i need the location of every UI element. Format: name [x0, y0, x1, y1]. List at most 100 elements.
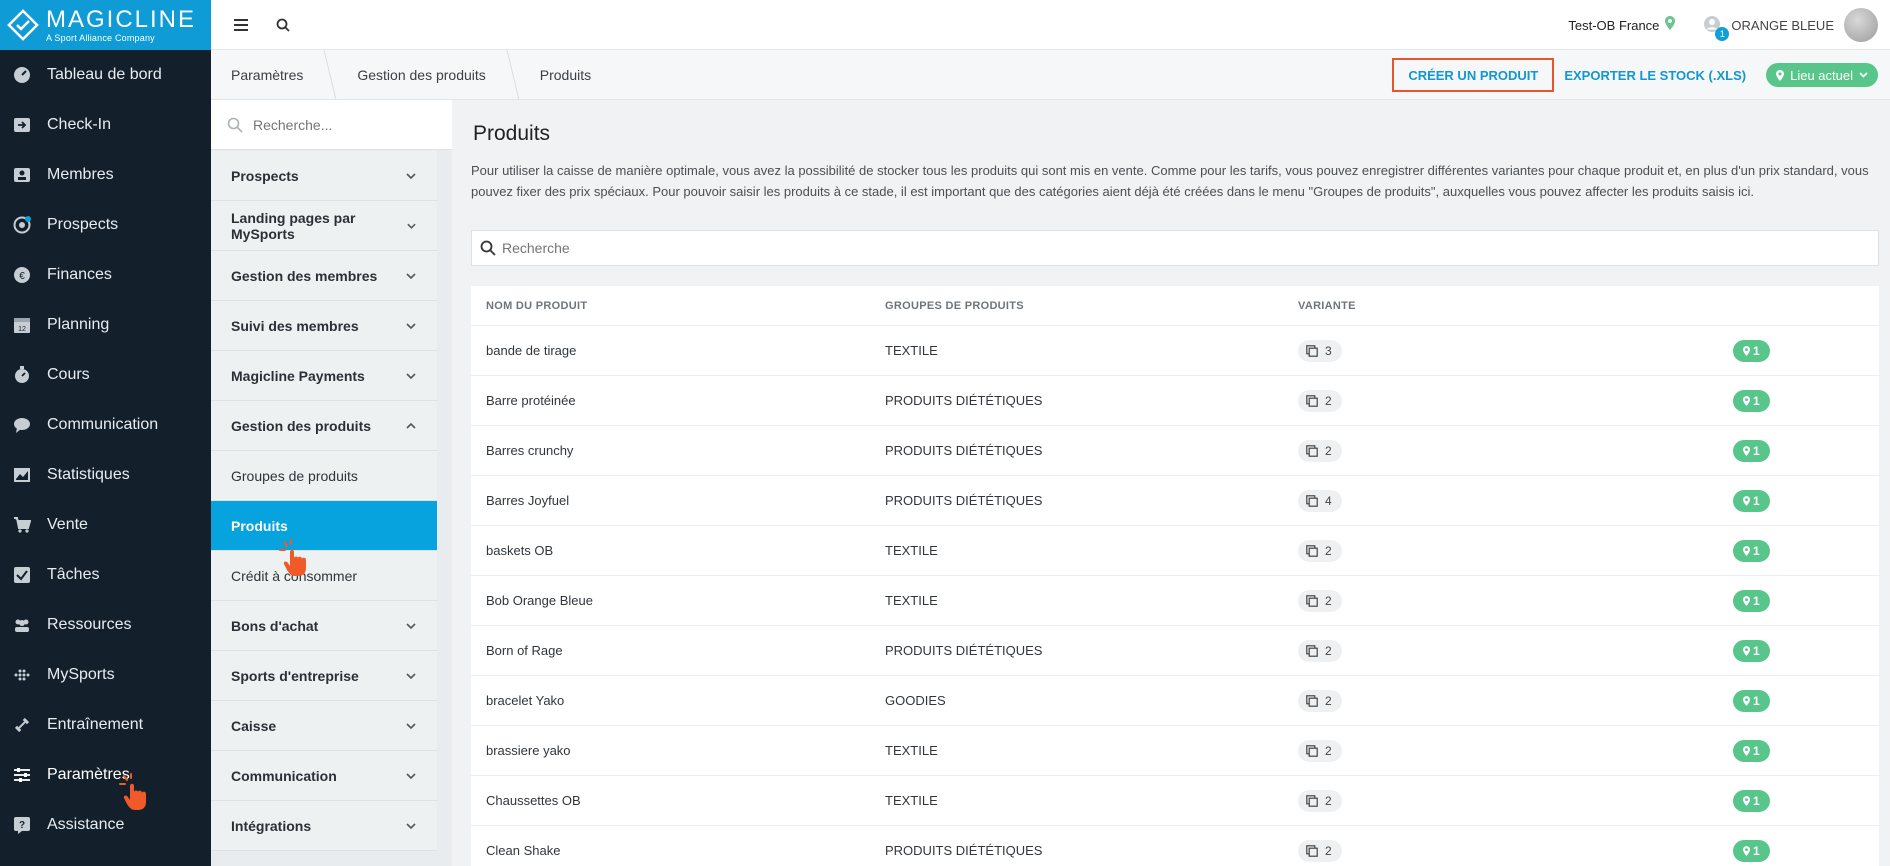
subnav-group-caisse[interactable]: Caisse	[211, 701, 437, 751]
location-count-badge[interactable]: 1	[1733, 639, 1770, 662]
notification-icon[interactable]: 1	[1703, 15, 1730, 41]
prospects-icon	[12, 215, 32, 235]
product-name[interactable]: baskets OB	[471, 543, 885, 558]
product-name[interactable]: bande de tirage	[471, 343, 885, 358]
nav-item-communication[interactable]: Communication	[0, 400, 211, 450]
column-header-group[interactable]: GROUPES DE PRODUITS	[885, 300, 1298, 312]
svg-text:12: 12	[18, 326, 26, 333]
subnav-item-groupes-de-produits[interactable]: Groupes de produits	[211, 451, 437, 501]
nav-item-entrainement[interactable]: Entraînement	[0, 700, 211, 750]
subnav-group-communication[interactable]: Communication	[211, 751, 437, 801]
table-row[interactable]: bande de tirage TEXTILE 3 1	[471, 326, 1879, 376]
location-count: 1	[1753, 793, 1760, 808]
table-row[interactable]: Barres Joyfuel PRODUITS DIÉTÉTIQUES 4 1	[471, 476, 1879, 526]
table-row[interactable]: Born of Rage PRODUITS DIÉTÉTIQUES 2 1	[471, 626, 1879, 676]
location-pin-icon	[1743, 495, 1750, 506]
product-name[interactable]: Bob Orange Bleue	[471, 593, 885, 608]
location-count-badge[interactable]: 1	[1733, 339, 1770, 362]
product-name[interactable]: Born of Rage	[471, 643, 885, 658]
nav-item-mysports[interactable]: MySports	[0, 650, 211, 700]
dashboard-icon	[12, 65, 32, 85]
table-row[interactable]: Barre protéinée PRODUITS DIÉTÉTIQUES 2 1	[471, 376, 1879, 426]
product-search[interactable]	[471, 230, 1879, 266]
subnav-search[interactable]	[211, 100, 452, 150]
table-row[interactable]: bracelet Yako GOODIES 2 1	[471, 676, 1879, 726]
subnav-group-gestion-des-produits[interactable]: Gestion des produits	[211, 401, 437, 451]
brand-name: MAGICLINE	[46, 5, 197, 33]
column-header-variant[interactable]: VARIANTE	[1298, 300, 1733, 312]
table-row[interactable]: Barres crunchy PRODUITS DIÉTÉTIQUES 2 1	[471, 426, 1879, 476]
create-product-button[interactable]: CRÉER UN PRODUIT	[1392, 58, 1555, 92]
nav-item-planning[interactable]: 12 Planning	[0, 300, 211, 350]
subnav-item-produits[interactable]: Produits	[211, 501, 437, 551]
column-header-name[interactable]: NOM DU PRODUIT	[471, 300, 885, 312]
subnav-group-magicline-payments[interactable]: Magicline Payments	[211, 351, 437, 401]
table-row[interactable]: Chaussettes OB TEXTILE 2 1	[471, 776, 1879, 826]
product-name[interactable]: Barres Joyfuel	[471, 493, 885, 508]
studio-name[interactable]: Test-OB France	[1568, 18, 1659, 33]
subnav-group-prospects[interactable]: Prospects	[211, 151, 437, 201]
nav-item-vente[interactable]: Vente	[0, 500, 211, 550]
subnav-group-landing-pages-par-mysports[interactable]: Landing pages par MySports	[211, 201, 437, 251]
hamburger-menu-icon[interactable]	[231, 15, 251, 35]
stopwatch-icon	[12, 365, 32, 385]
nav-item-statistiques[interactable]: Statistiques	[0, 450, 211, 500]
nav-item-parametres[interactable]: Paramètres	[0, 750, 211, 800]
product-name[interactable]: Barres crunchy	[471, 443, 885, 458]
export-stock-button[interactable]: EXPORTER LE STOCK (.XLS)	[1564, 68, 1746, 83]
subnav-group-bons-d-achat[interactable]: Bons d'achat	[211, 601, 437, 651]
breadcrumb-item-current: Produits	[539, 67, 592, 83]
location-count-badge[interactable]: 1	[1733, 739, 1770, 762]
table-row[interactable]: brassiere yako TEXTILE 2 1	[471, 726, 1879, 776]
table-row[interactable]: Bob Orange Bleue TEXTILE 2 1	[471, 576, 1879, 626]
table-row[interactable]: baskets OB TEXTILE 2 1	[471, 526, 1879, 576]
location-count-badge[interactable]: 1	[1733, 589, 1770, 612]
top-bar: Test-OB France 1 ORANGE BLEUE	[211, 0, 1890, 50]
subnav-item-credit-a-consommer[interactable]: Crédit à consommer	[211, 551, 437, 601]
subnav-group-integrations[interactable]: Intégrations	[211, 801, 437, 851]
nav-item-ressources[interactable]: Ressources	[0, 600, 211, 650]
product-search-input[interactable]	[502, 240, 1402, 256]
product-name[interactable]: Barre protéinée	[471, 393, 885, 408]
product-name[interactable]: bracelet Yako	[471, 693, 885, 708]
brand-logo[interactable]: MAGICLINE A Sport Alliance Company	[0, 0, 211, 50]
nav-item-tableau-de-bord[interactable]: Tableau de bord	[0, 50, 211, 100]
breadcrumb-item[interactable]: Gestion des produits	[337, 50, 505, 100]
product-name[interactable]: brassiere yako	[471, 743, 885, 758]
subnav-search-input[interactable]	[253, 116, 433, 133]
nav-item-cours[interactable]: Cours	[0, 350, 211, 400]
product-name[interactable]: Clean Shake	[471, 843, 885, 858]
nav-item-prospects[interactable]: Prospects	[0, 200, 211, 250]
nav-item-taches[interactable]: Tâches	[0, 550, 211, 600]
location-count-badge[interactable]: 1	[1733, 389, 1770, 412]
subnav-group-gestion-des-membres[interactable]: Gestion des membres	[211, 251, 437, 301]
location-count-badge[interactable]: 1	[1733, 489, 1770, 512]
location-count-badge[interactable]: 1	[1733, 539, 1770, 562]
location-count-badge[interactable]: 1	[1733, 789, 1770, 812]
table-row[interactable]: Clean Shake PRODUITS DIÉTÉTIQUES 2 1	[471, 826, 1879, 866]
nav-item-finances[interactable]: € Finances	[0, 250, 211, 300]
nav-item-check-in[interactable]: Check-In	[0, 100, 211, 150]
nav-item-assistance[interactable]: ? Assistance	[0, 800, 211, 850]
breadcrumb-item[interactable]: Paramètres	[211, 50, 323, 100]
nav-item-membres[interactable]: Membres	[0, 150, 211, 200]
sliders-icon	[12, 765, 32, 785]
subnav-group-label: Landing pages par MySports	[231, 209, 356, 242]
location-count-badge[interactable]: 1	[1733, 689, 1770, 712]
search-icon	[480, 240, 496, 256]
chart-icon	[12, 465, 32, 485]
checkin-icon	[12, 115, 32, 135]
avatar[interactable]	[1844, 8, 1878, 42]
variant-count-badge: 2	[1298, 439, 1342, 462]
chat-icon	[12, 415, 32, 435]
location-dropdown[interactable]: Lieu actuel	[1766, 63, 1878, 87]
product-name[interactable]: Chaussettes OB	[471, 793, 885, 808]
nav-item-label: Ressources	[47, 616, 132, 633]
search-icon[interactable]	[273, 15, 293, 35]
location-count-badge[interactable]: 1	[1733, 439, 1770, 462]
variant-count: 2	[1325, 793, 1332, 808]
subnav-group-suivi-des-membres[interactable]: Suivi des membres	[211, 301, 437, 351]
organization-name[interactable]: ORANGE BLEUE	[1731, 18, 1834, 33]
location-count-badge[interactable]: 1	[1733, 839, 1770, 862]
subnav-group-sports-d-entreprise[interactable]: Sports d'entreprise	[211, 651, 437, 701]
